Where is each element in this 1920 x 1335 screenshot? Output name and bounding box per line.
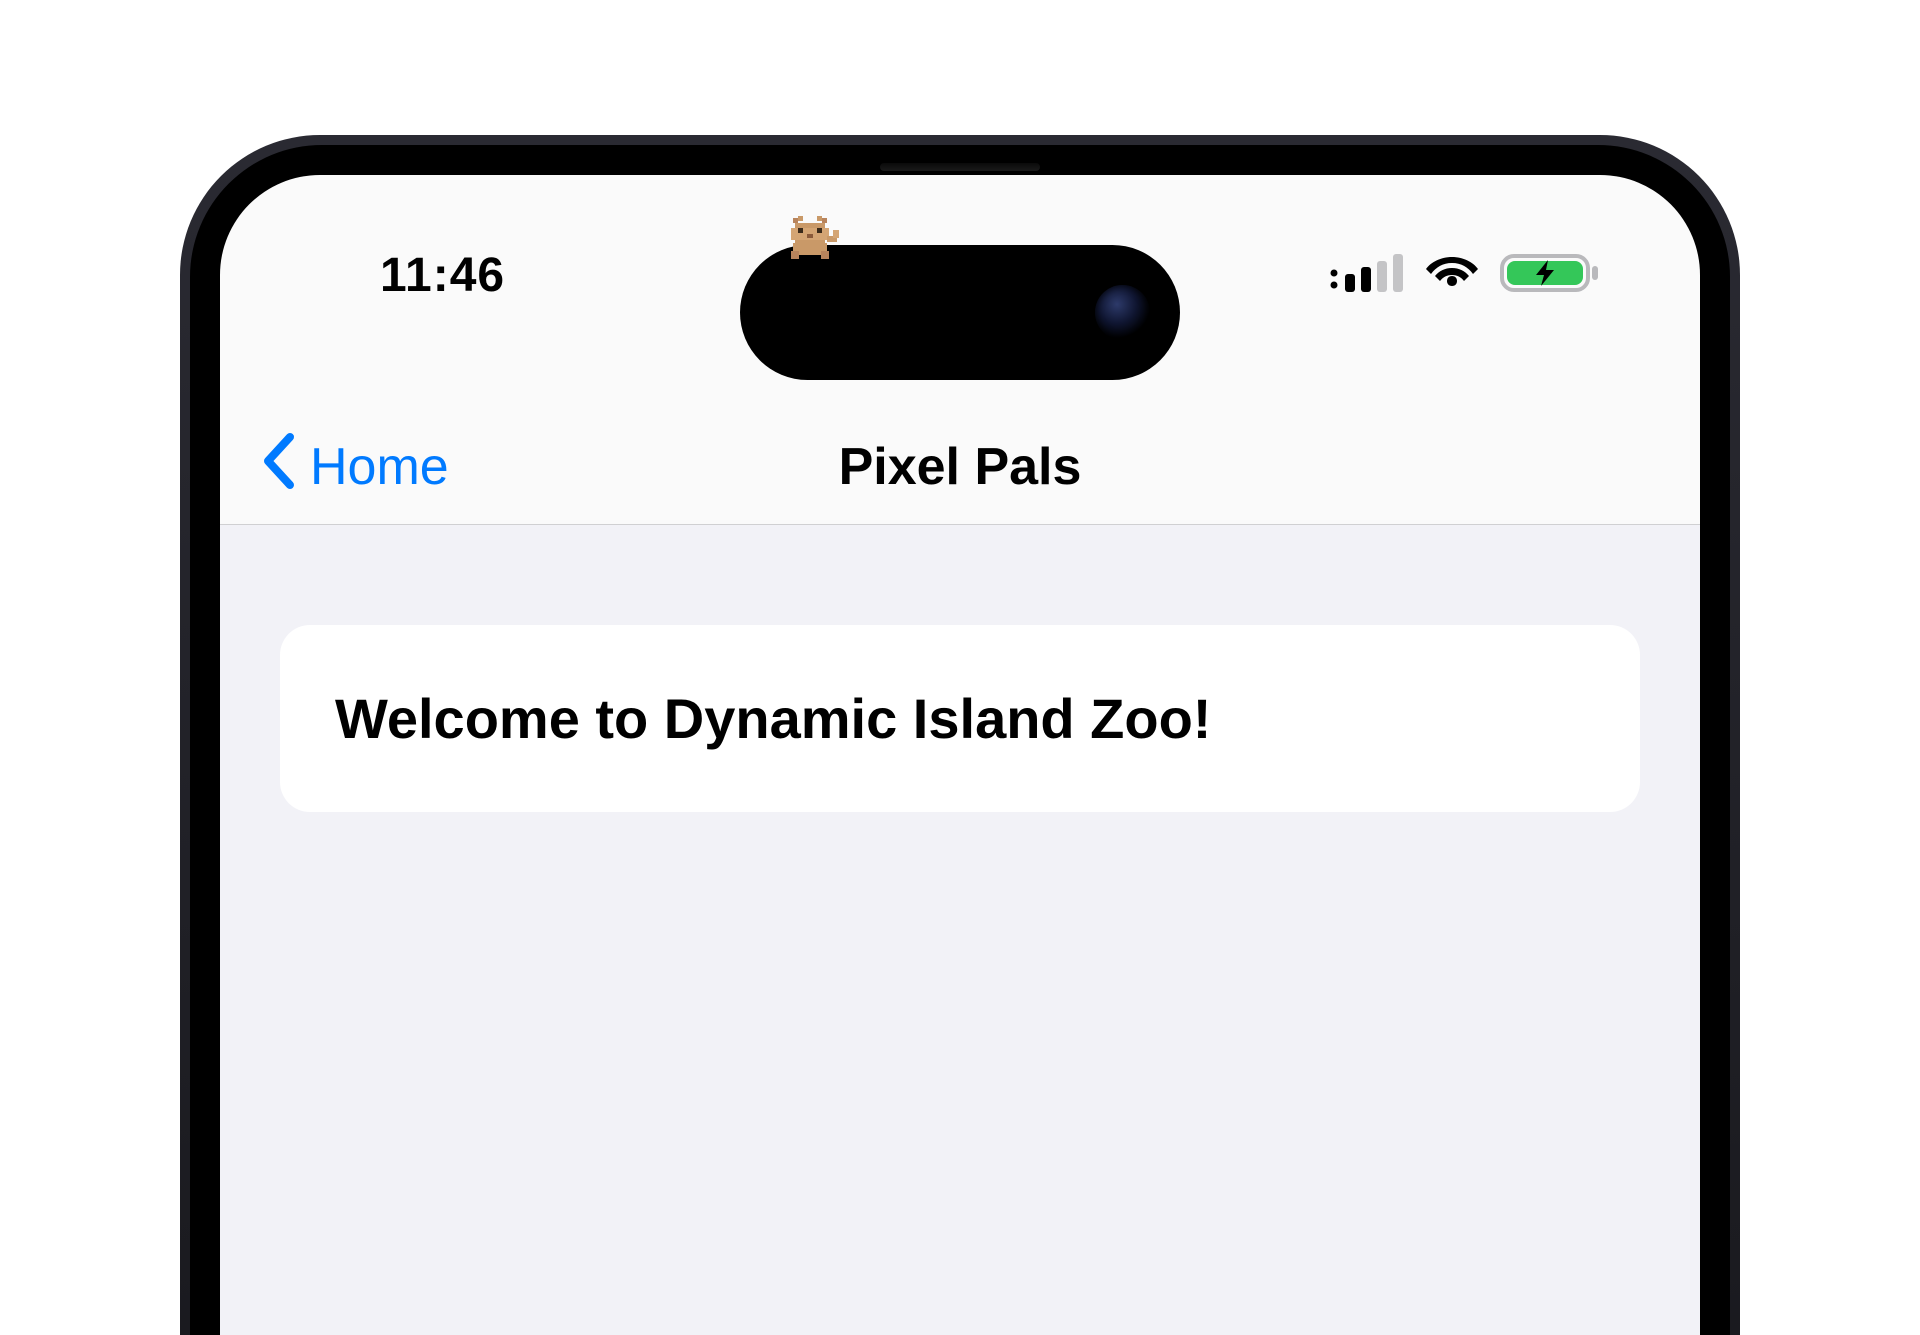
phone-screen: 11:46 (220, 175, 1700, 1335)
speaker-grille (880, 163, 1040, 171)
dynamic-island[interactable] (740, 245, 1180, 380)
back-button-label: Home (310, 437, 449, 497)
camera-lens-icon (1095, 285, 1150, 340)
navigation-bar: Home Pixel Pals (220, 410, 1700, 525)
welcome-card: Welcome to Dynamic Island Zoo! (280, 625, 1640, 812)
content-area: Welcome to Dynamic Island Zoo! (220, 525, 1700, 1335)
chevron-left-icon (260, 431, 300, 504)
cellular-signal-icon (1329, 254, 1404, 297)
page-title: Pixel Pals (839, 437, 1082, 497)
wifi-icon (1426, 254, 1478, 297)
pixel-pet-icon (785, 216, 840, 261)
welcome-heading: Welcome to Dynamic Island Zoo! (335, 685, 1585, 752)
status-time: 11:46 (380, 248, 505, 303)
back-button[interactable]: Home (260, 431, 449, 504)
battery-charging-icon (1500, 252, 1600, 299)
status-icons (1329, 252, 1600, 299)
